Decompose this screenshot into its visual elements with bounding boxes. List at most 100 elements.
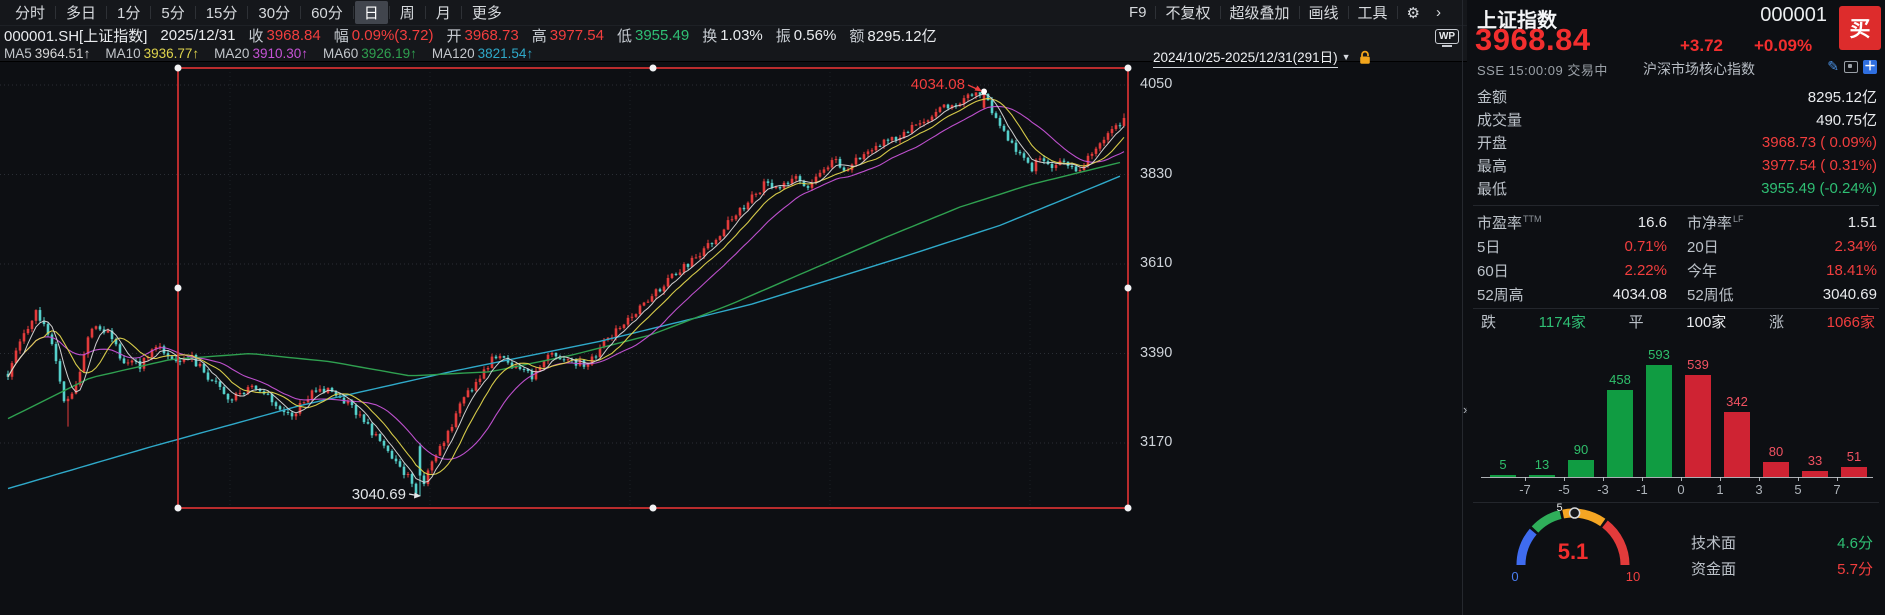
ma20-field: MA203910.30↑ [214, 46, 308, 61]
low-field: 低3955.49 [617, 25, 689, 46]
toolbar-expand-chevron-icon[interactable]: › [1428, 3, 1449, 22]
price-axis-label: 3170 [1140, 434, 1186, 450]
selection-handle [1125, 285, 1132, 292]
tab-5min[interactable]: 5分 [152, 1, 193, 24]
tab-monthly[interactable]: 月 [427, 1, 460, 24]
hist-bar-value: 593 [1639, 347, 1679, 362]
selection-handle [175, 65, 182, 72]
candles [7, 91, 1126, 495]
draw-line-button[interactable]: 画线 [1301, 1, 1347, 24]
tab-30min[interactable]: 30分 [249, 1, 299, 24]
candlestick-chart-canvas[interactable]: 4034.083040.69 [0, 62, 1132, 615]
advancers-count: 1066家 [1827, 311, 1875, 332]
gear-icon[interactable]: ⚙ [1399, 3, 1428, 23]
selection-handle [1125, 65, 1132, 72]
hist-bar [1685, 375, 1711, 477]
hist-bar [1607, 390, 1633, 477]
decliners-count: 1174家 [1539, 311, 1586, 332]
divider [247, 6, 248, 19]
add-icon[interactable]: ＋ [1863, 60, 1877, 74]
hist-bar-value: 539 [1678, 357, 1718, 372]
tools-button[interactable]: 工具 [1350, 1, 1396, 24]
hist-bar-value: 458 [1600, 372, 1640, 387]
divider [1155, 6, 1156, 19]
tab-15min[interactable]: 15分 [197, 1, 247, 24]
ma120-field: MA1203821.54↑ [432, 46, 533, 61]
date-range-control[interactable]: 2024/10/25-2025/12/31(291日) ▼ [1153, 46, 1372, 68]
tab-minute[interactable]: 分时 [6, 1, 54, 24]
stat-row-volume: 成交量490.75亿 [1477, 109, 1877, 129]
selection-handle [1125, 505, 1132, 512]
buy-button[interactable]: 买 [1839, 6, 1881, 50]
tab-multiday[interactable]: 多日 [57, 1, 105, 24]
price-axis-label: 3610 [1140, 255, 1186, 271]
change-field: 幅0.09%(3.72) [334, 25, 434, 46]
divider [1473, 308, 1879, 309]
ma5-field: MA53964.51↑ [4, 46, 90, 61]
lock-icon[interactable] [1358, 50, 1372, 65]
adjust-mode-button[interactable]: 不复权 [1157, 1, 1218, 24]
stat-row-high: 最高3977.54 ( 0.31%) [1477, 155, 1877, 175]
gauge-max-label: 10 [1626, 569, 1640, 584]
tab-daily-active[interactable]: 日 [355, 1, 388, 24]
panel-divider [1462, 0, 1463, 615]
last-price: 3968.84 [1475, 22, 1591, 58]
hist-bar [1646, 365, 1672, 477]
ma60-field: MA603926.19↑ [323, 46, 417, 61]
unchanged-count: 100家 [1686, 311, 1726, 332]
divider [353, 6, 354, 19]
index-tag[interactable]: 沪深市场核心指数 [1643, 59, 1755, 79]
tab-60min[interactable]: 60分 [302, 1, 352, 24]
ratio-row-60d-ytd: 60日2.22% 今年18.41% [1477, 260, 1877, 280]
divider [195, 6, 196, 19]
hist-bar-value: 90 [1561, 442, 1601, 457]
divider [106, 6, 107, 19]
technical-score-row: 技术面 4.6分 [1691, 532, 1873, 552]
close-field: 收3968.84 [248, 25, 320, 46]
selection-handle [650, 505, 657, 512]
amount-field: 额8295.12亿 [849, 25, 936, 46]
hist-bar-value: 5 [1483, 457, 1523, 472]
hist-axis-label: -1 [1627, 482, 1657, 497]
divider [55, 6, 56, 19]
hist-bar-value: 80 [1756, 444, 1796, 459]
hist-axis-label: 0 [1666, 482, 1696, 497]
quote-panel: 上证指数 000001 买 3968.84 +3.72 +0.09% SSE 1… [1467, 0, 1885, 615]
symbol-label[interactable]: 000001.SH[上证指数] [4, 25, 147, 46]
tab-weekly[interactable]: 周 [391, 1, 424, 24]
price-change-pct: +0.09% [1754, 36, 1812, 56]
divider [1397, 6, 1398, 19]
hist-bar [1841, 467, 1867, 477]
divider [1348, 6, 1349, 19]
divider [150, 6, 151, 19]
divider [1473, 205, 1879, 206]
ratio-row-pe-pb: 市盈率TTM16.6 市净率LF1.51 [1477, 212, 1877, 232]
gauge-value: 5.1 [1558, 539, 1589, 564]
gauge-knob [1570, 508, 1580, 518]
tab-1min[interactable]: 1分 [108, 1, 149, 24]
divider [461, 6, 462, 19]
high-field: 高3977.54 [532, 25, 604, 46]
tab-more[interactable]: 更多 [463, 1, 511, 24]
selection-handle [175, 285, 182, 292]
super-overlay-button[interactable]: 超级叠加 [1222, 1, 1298, 24]
hist-bar [1763, 462, 1789, 477]
hist-bar-value: 13 [1522, 457, 1562, 472]
open-field: 开3968.73 [446, 25, 518, 46]
price-change: +3.72 [1680, 36, 1723, 56]
divider [1299, 6, 1300, 19]
price-axis-label: 4050 [1140, 76, 1186, 92]
market-status: SSE 15:00:09 交易中 [1477, 60, 1608, 79]
price-axis-label: 3830 [1140, 166, 1186, 182]
trade-date: 2025/12/31 [160, 27, 235, 44]
ratio-row-52wk: 52周高4034.08 52周低3040.69 [1477, 284, 1877, 304]
wp-tool-icon[interactable]: WP [1434, 26, 1460, 47]
edit-pencil-icon[interactable]: ✎ [1827, 58, 1839, 75]
selection-handle [650, 65, 657, 72]
hist-axis-label: -7 [1510, 482, 1540, 497]
amplitude-field: 振0.56% [776, 25, 837, 46]
ratio-row-5d-20d: 5日0.71% 20日2.34% [1477, 236, 1877, 256]
f9-button[interactable]: F9 [1121, 3, 1155, 22]
board-icon[interactable] [1844, 61, 1858, 73]
hist-axis-label: 3 [1744, 482, 1774, 497]
